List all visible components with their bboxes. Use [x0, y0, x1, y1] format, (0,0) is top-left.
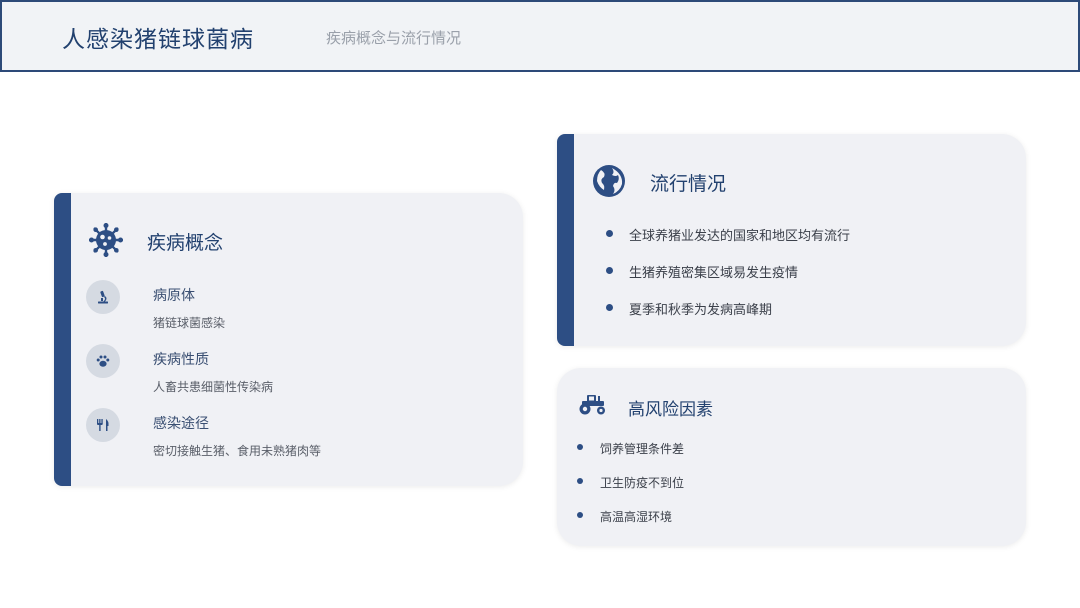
concept-item-title: 病原体 — [153, 288, 195, 304]
concept-card: 疾病概念 病原体 猪链球菌感染 疾病性质 人畜共患细菌性传染病 感染途径 密切接… — [54, 193, 523, 486]
epidemic-bullet: 夏季和秋季为发病高峰期 — [629, 303, 773, 318]
risk-bullet: 卫生防疫不到位 — [600, 476, 685, 490]
bullet-dot — [577, 444, 583, 450]
bullet-dot — [577, 512, 583, 518]
epidemic-title: 流行情况 — [650, 173, 727, 195]
bullet-dot — [577, 478, 583, 484]
utensils-icon — [86, 408, 120, 442]
virus-icon — [88, 222, 124, 261]
risk-bullet: 饲养管理条件差 — [600, 442, 685, 456]
header-bar: 人感染猪链球菌病 疾病概念与流行情况 — [0, 0, 1080, 72]
tractor-icon — [578, 392, 608, 420]
page-title: 人感染猪链球菌病 — [62, 27, 254, 53]
epidemic-card: 流行情况 全球养猪业发达的国家和地区均有流行 生猪养殖密集区域易发生疫情 夏季和… — [557, 134, 1026, 346]
bullet-dot — [606, 304, 613, 311]
page-subtitle: 疾病概念与流行情况 — [326, 29, 462, 47]
concept-item-desc: 猪链球菌感染 — [153, 316, 226, 330]
concept-item-desc: 人畜共患细菌性传染病 — [153, 380, 274, 394]
microscope-icon — [86, 280, 120, 314]
concept-item-title: 疾病性质 — [153, 352, 209, 368]
risk-title: 高风险因素 — [628, 400, 713, 420]
epidemic-bullet: 全球养猪业发达的国家和地区均有流行 — [629, 229, 851, 244]
concept-title: 疾病概念 — [147, 232, 224, 254]
epidemic-bullet: 生猪养殖密集区域易发生疫情 — [629, 266, 799, 281]
bullet-dot — [606, 267, 613, 274]
concept-item-desc: 密切接触生猪、食用未熟猪肉等 — [153, 444, 322, 458]
paw-icon — [86, 344, 120, 378]
bullet-dot — [606, 230, 613, 237]
globe-icon — [592, 164, 626, 202]
concept-item-title: 感染途径 — [153, 416, 209, 432]
risk-card: 高风险因素 饲养管理条件差 卫生防疫不到位 高温高湿环境 — [557, 368, 1026, 546]
risk-bullet: 高温高湿环境 — [600, 510, 673, 524]
